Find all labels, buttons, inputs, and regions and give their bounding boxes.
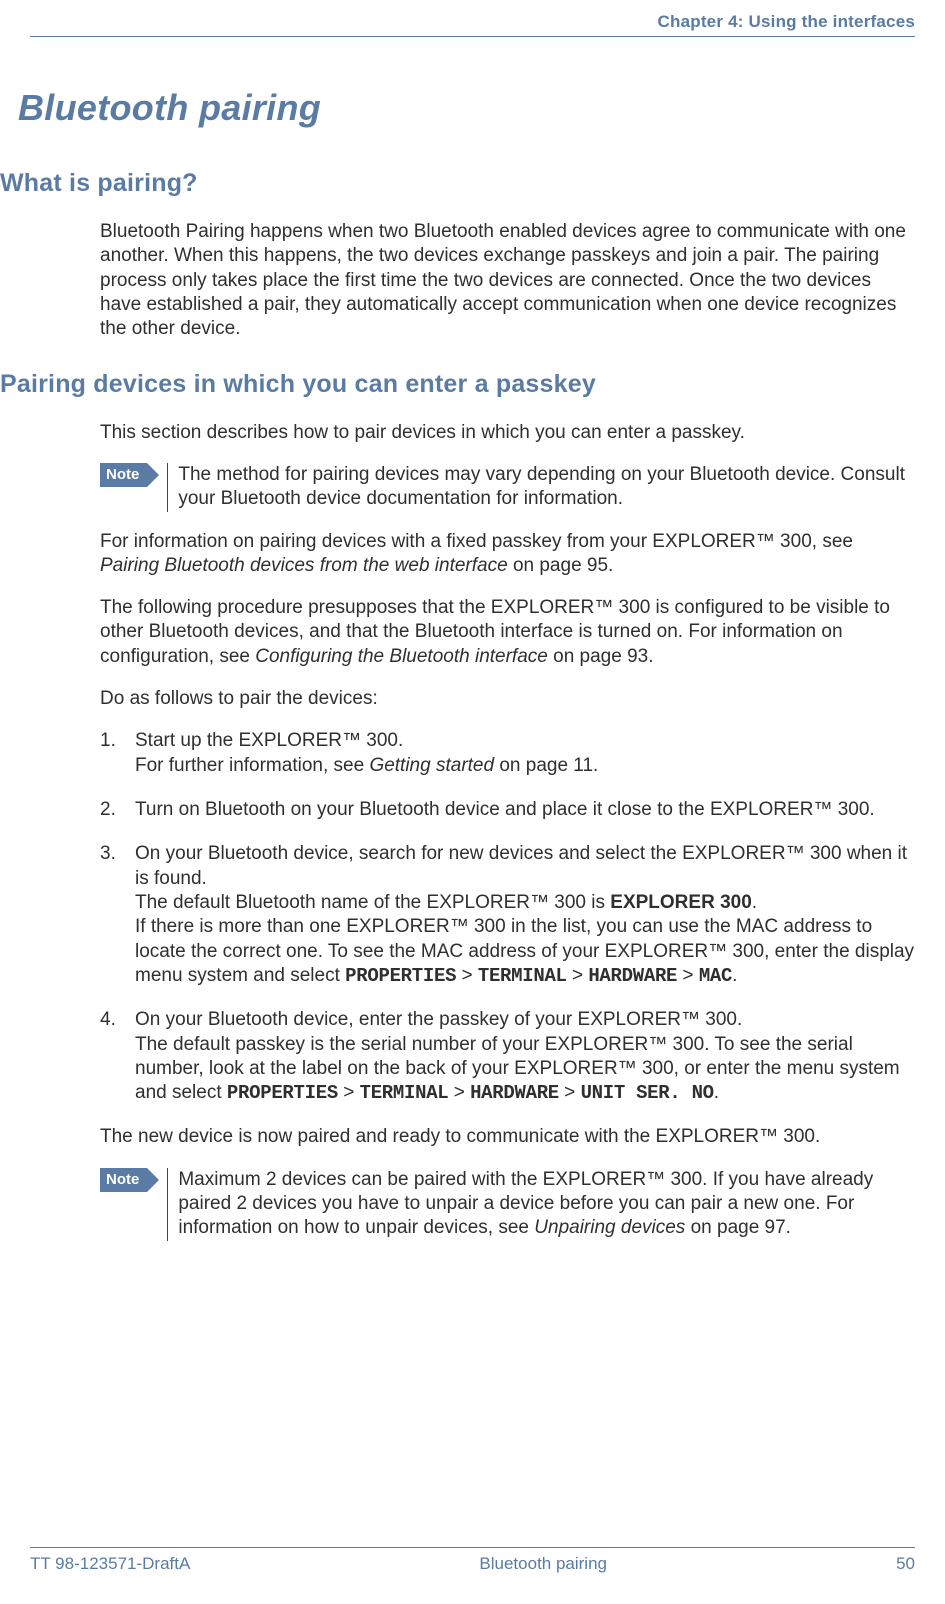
header-rule [30,36,915,37]
footer-rule [30,1547,915,1548]
menu-path-hardware: HARDWARE [588,965,677,987]
text: . [714,1082,719,1103]
text: . [732,965,737,986]
paragraph: The following procedure presupposes that… [100,596,915,669]
menu-sep: > [567,965,589,986]
step-1: Start up the EXPLORER™ 300. For further … [100,729,915,778]
text: on page 93. [548,646,654,667]
footer-row: TT 98-123571-DraftA Bluetooth pairing 50 [30,1554,915,1574]
section-heading-what-is-pairing: What is pairing? [0,169,915,198]
note-text: The method for pairing devices may vary … [167,463,915,512]
note-badge: Note [100,1168,147,1192]
page-footer: TT 98-123571-DraftA Bluetooth pairing 50 [30,1547,915,1574]
note-text: Maximum 2 devices can be paired with the… [167,1168,915,1241]
menu-path-unit-ser-no: UNIT SER. NO [581,1082,714,1104]
menu-sep: > [448,1082,470,1103]
reference-link: Pairing Bluetooth devices from the web i… [100,555,508,576]
paragraph: For information on pairing devices with … [100,530,915,579]
paragraph: Bluetooth Pairing happens when two Bluet… [100,220,915,342]
note-badge: Note [100,463,147,487]
page: Chapter 4: Using the interfaces Bluetoot… [0,0,945,1604]
text: For information on pairing devices with … [100,531,853,552]
menu-sep: > [338,1082,360,1103]
menu-path-terminal: TERMINAL [478,965,567,987]
text: For further information, see [135,755,369,776]
default-name: EXPLORER 300 [610,892,752,913]
step-2: Turn on Bluetooth on your Bluetooth devi… [100,798,915,822]
text: The default Bluetooth name of the EXPLOR… [135,892,610,913]
steps-list: Start up the EXPLORER™ 300. For further … [100,729,915,1105]
page-title: Bluetooth pairing [18,87,915,129]
note-block: Note Maximum 2 devices can be paired wit… [100,1168,915,1241]
menu-sep: > [456,965,478,986]
chapter-header: Chapter 4: Using the interfaces [30,12,915,36]
footer-doc-id: TT 98-123571-DraftA [30,1554,190,1574]
text: . [752,892,757,913]
menu-path-properties: PROPERTIES [227,1082,338,1104]
text: On your Bluetooth device, enter the pass… [135,1009,742,1030]
section-body: This section describes how to pair devic… [100,421,915,1241]
reference-link: Configuring the Bluetooth interface [255,646,548,667]
reference-link: Unpairing devices [534,1217,685,1238]
paragraph: This section describes how to pair devic… [100,421,915,445]
step-4: On your Bluetooth device, enter the pass… [100,1008,915,1105]
footer-section-name: Bluetooth pairing [479,1554,607,1574]
paragraph: The new device is now paired and ready t… [100,1125,915,1149]
text: Turn on Bluetooth on your Bluetooth devi… [135,799,875,820]
menu-sep: > [677,965,699,986]
text: on page 11. [494,755,598,776]
section-body: Bluetooth Pairing happens when two Bluet… [100,220,915,342]
section-heading-pairing-passkey: Pairing devices in which you can enter a… [0,370,915,399]
text: On your Bluetooth device, search for new… [135,843,907,888]
reference-link: Getting started [369,755,494,776]
note-block: Note The method for pairing devices may … [100,463,915,512]
menu-path-terminal: TERMINAL [360,1082,449,1104]
menu-path-hardware: HARDWARE [470,1082,559,1104]
text: on page 97. [685,1217,791,1238]
menu-path-properties: PROPERTIES [345,965,456,987]
text: on page 95. [508,555,614,576]
menu-path-mac: MAC [699,965,732,987]
menu-sep: > [559,1082,581,1103]
text: Start up the EXPLORER™ 300. [135,730,403,751]
footer-page-number: 50 [896,1554,915,1574]
paragraph: Do as follows to pair the devices: [100,687,915,711]
step-3: On your Bluetooth device, search for new… [100,842,915,988]
